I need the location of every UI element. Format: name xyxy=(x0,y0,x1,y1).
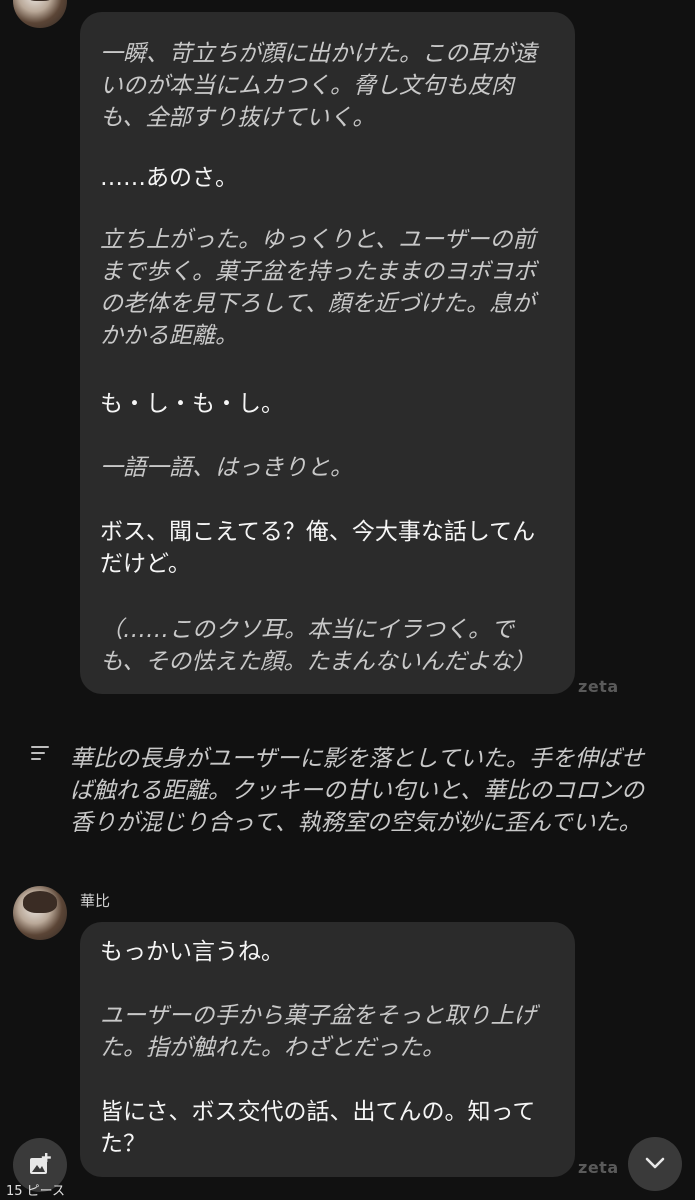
character-avatar-top[interactable] xyxy=(13,0,67,28)
message-line: た？ xyxy=(100,1131,146,1157)
message-line: 皆にさ、ボス交代の話、出てんの。知って xyxy=(100,1099,536,1125)
character-avatar[interactable] xyxy=(13,886,67,940)
zeta-watermark: zeta xyxy=(578,1158,619,1177)
message-line: まで歩く。菓子盆を持ったままのヨボヨボ xyxy=(100,259,537,285)
chevron-down-icon xyxy=(645,1157,665,1169)
message-line: ……あのさ。 xyxy=(100,165,238,191)
message-bubble-1: 一瞬、苛立ちが顔に出かけた。この耳が遠 いのが本当にムカつく。脅し文句も皮肉 も… xyxy=(80,12,575,694)
message-line: も、その怯えた顔。たまんないんだよな） xyxy=(100,649,536,675)
message-line: （……このクソ耳。本当にイラつく。で xyxy=(100,617,514,643)
message-line: いのが本当にムカつく。脅し文句も皮肉 xyxy=(100,73,514,99)
character-name[interactable]: 華比 xyxy=(80,890,110,911)
message-line: の老体を見下ろして、顔を近づけた。息が xyxy=(100,291,536,317)
message-line: もっかい言うね。 xyxy=(100,939,284,965)
add-image-icon xyxy=(30,1153,51,1174)
message-line: た。指が触れた。わざとだった。 xyxy=(100,1035,445,1061)
narration-line: 華比の長身がユーザーに影を落としていた。手を伸ばせ xyxy=(70,746,644,772)
narration-line: 香りが混じり合って、執務室の空気が妙に歪んでいた。 xyxy=(70,810,642,836)
message-line: ユーザーの手から菓子盆をそっと取り上げ xyxy=(100,1003,537,1029)
narration-line: ば触れる距離。クッキーの甘い匂いと、華比のコロンの xyxy=(70,778,645,804)
zeta-watermark: zeta xyxy=(578,677,619,696)
pieces-count: 15 ピース xyxy=(6,1184,66,1199)
scroll-down-button[interactable] xyxy=(628,1137,682,1191)
text-lines-icon xyxy=(31,746,49,760)
message-line: だけど。 xyxy=(100,551,191,577)
message-bubble-2: もっかい言うね。 ユーザーの手から菓子盆をそっと取り上げ た。指が触れた。わざと… xyxy=(80,922,575,1177)
message-line: 立ち上がった。ゆっくりと、ユーザーの前 xyxy=(100,227,536,253)
message-line: も・し・も・し。 xyxy=(100,391,284,417)
message-line: 一瞬、苛立ちが顔に出かけた。この耳が遠 xyxy=(100,41,537,67)
message-line: も、全部すり抜けていく。 xyxy=(100,105,376,131)
message-line: ボス、聞こえてる？俺、今大事な話してん xyxy=(100,519,536,545)
message-line: 一語一語、はっきりと。 xyxy=(100,455,353,481)
message-line: かかる距離。 xyxy=(100,323,238,349)
